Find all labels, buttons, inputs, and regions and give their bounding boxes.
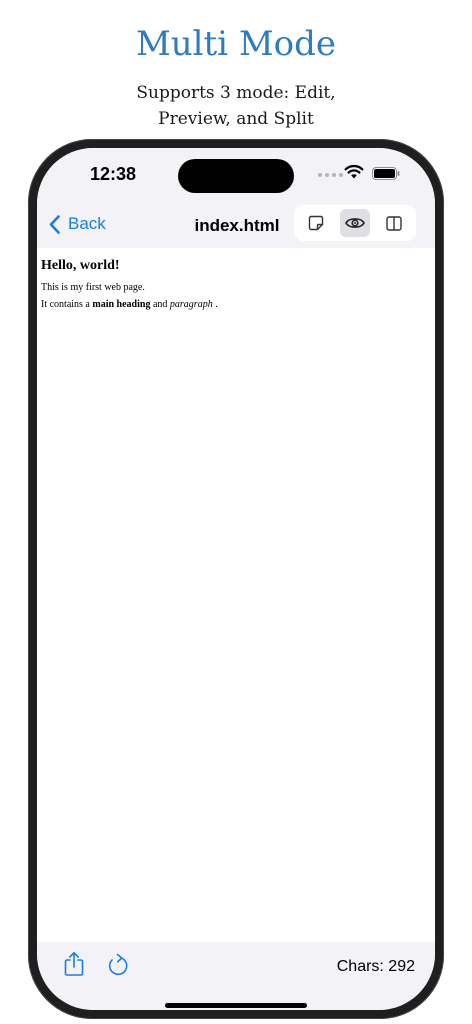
paragraph-text: It contains a xyxy=(41,299,93,310)
split-view-icon xyxy=(385,215,402,231)
html-preview-pane: Hello, world! This is my first web page.… xyxy=(37,248,435,942)
file-title: index.html xyxy=(194,216,280,235)
note-icon xyxy=(309,215,324,231)
bottom-toolbar: Chars: 292 xyxy=(37,942,435,1010)
preview-paragraph-1: This is my first web page. xyxy=(41,282,145,293)
wifi-icon xyxy=(344,164,364,179)
phone-frame: 12:38 Back index.html Hello, world! This… xyxy=(28,139,444,1019)
navigation-bar: Back index.html xyxy=(37,202,435,248)
signal-dots-icon xyxy=(318,173,343,177)
italic-text: paragraph xyxy=(169,299,213,310)
back-button-label: Back xyxy=(68,214,106,233)
eye-icon xyxy=(345,218,365,228)
dynamic-island xyxy=(178,159,294,193)
preview-paragraph-2: It contains a main heading and paragraph… xyxy=(41,299,218,310)
status-time: 12:38 xyxy=(90,164,137,184)
promo-subtitle: Supports 3 mode: Edit, Preview, and Spli… xyxy=(86,80,386,132)
back-button[interactable]: Back xyxy=(49,210,106,238)
phone-screen: 12:38 Back index.html Hello, world! This… xyxy=(37,148,435,1010)
promo-subtitle-line-1: Supports 3 mode: Edit, xyxy=(136,83,336,103)
chevron-left-icon xyxy=(49,214,60,234)
home-indicator[interactable] xyxy=(165,1003,307,1008)
mode-segmented-control xyxy=(294,205,416,241)
edit-mode-button[interactable] xyxy=(301,209,331,237)
battery-icon xyxy=(372,167,400,180)
paragraph-text: . xyxy=(212,299,218,310)
bold-text: main heading xyxy=(92,299,151,310)
preview-heading: Hello, world! xyxy=(41,258,120,273)
status-bar: 12:38 xyxy=(37,148,435,202)
promo-subtitle-line-2: Preview, and Split xyxy=(158,109,314,129)
split-mode-button[interactable] xyxy=(379,209,409,237)
share-icon[interactable] xyxy=(63,951,85,977)
character-count: Chars: 292 xyxy=(336,958,415,975)
promo-title: Multi Mode xyxy=(135,24,337,64)
preview-mode-button[interactable] xyxy=(339,209,370,237)
refresh-icon[interactable] xyxy=(107,953,129,977)
paragraph-text: and xyxy=(150,299,170,310)
